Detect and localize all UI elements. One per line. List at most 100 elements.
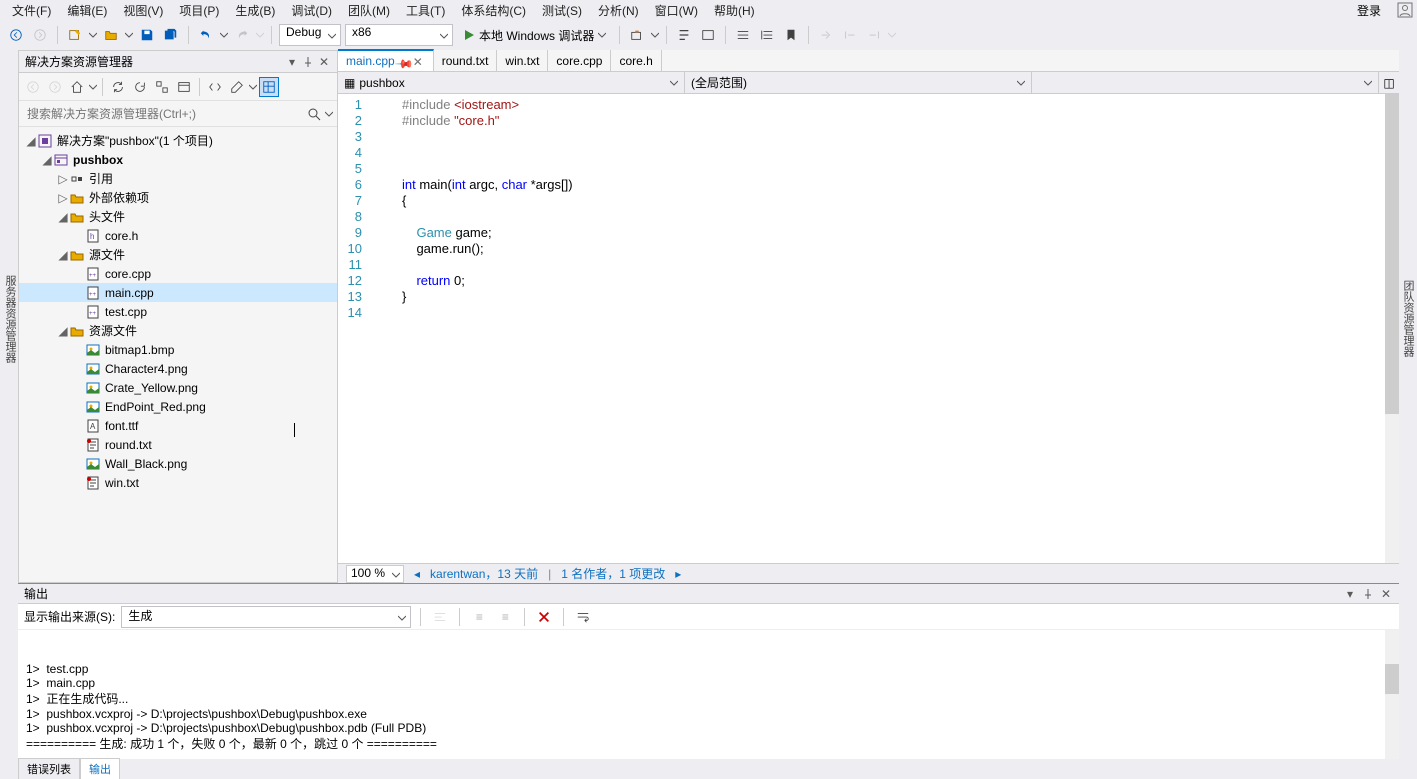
tree-node[interactable]: Afont.ttf: [19, 416, 337, 435]
dropdown-icon[interactable]: [125, 31, 133, 39]
scope-select-1[interactable]: ▦pushbox: [338, 72, 685, 93]
menu-item[interactable]: 项目(P): [171, 0, 227, 21]
redo-button[interactable]: [232, 25, 252, 45]
properties-icon[interactable]: [227, 77, 247, 97]
menu-item[interactable]: 生成(B): [227, 0, 283, 21]
tree-node[interactable]: Wall_Black.png: [19, 454, 337, 473]
refresh-icon[interactable]: [130, 77, 150, 97]
toolbar-button[interactable]: [627, 25, 647, 45]
comment-button[interactable]: [733, 25, 753, 45]
bookmark-button[interactable]: [781, 25, 801, 45]
goto-icon[interactable]: [430, 607, 450, 627]
caret-icon[interactable]: ◢: [57, 210, 69, 224]
dropdown-icon[interactable]: [89, 83, 97, 91]
output-text[interactable]: 1> test.cpp1> main.cpp1> 正在生成代码...1> pus…: [18, 630, 1399, 759]
toolbar-button[interactable]: [674, 25, 694, 45]
clear-icon[interactable]: [534, 607, 554, 627]
wrap-icon[interactable]: [573, 607, 593, 627]
search-icon[interactable]: [307, 107, 321, 121]
tree-node[interactable]: ◢头文件: [19, 207, 337, 226]
platform-select[interactable]: x86: [345, 24, 453, 46]
menu-item[interactable]: 分析(N): [590, 0, 647, 21]
scope-select-3[interactable]: [1032, 72, 1379, 93]
scope-select-2[interactable]: (全局范围): [685, 72, 1032, 93]
dropdown-icon[interactable]: ▾: [285, 55, 299, 69]
toolbar-button[interactable]: [698, 25, 718, 45]
tree-node[interactable]: win.txt: [19, 473, 337, 492]
back-icon[interactable]: [23, 77, 43, 97]
forward-button[interactable]: [30, 25, 50, 45]
dropdown-icon[interactable]: [888, 31, 896, 39]
tool-tab[interactable]: 团队资源管理器: [1399, 276, 1417, 361]
tree-node[interactable]: ◢资源文件: [19, 321, 337, 340]
save-all-button[interactable]: [161, 25, 181, 45]
dropdown-icon[interactable]: [220, 31, 228, 39]
dropdown-icon[interactable]: ▾: [1343, 587, 1357, 601]
caret-icon[interactable]: ▷: [57, 172, 69, 186]
menu-item[interactable]: 工具(T): [398, 0, 453, 21]
vscrollbar[interactable]: [1385, 94, 1399, 563]
dropdown-icon[interactable]: [89, 31, 97, 39]
show-all-icon[interactable]: [174, 77, 194, 97]
caret-icon[interactable]: ◢: [41, 153, 53, 167]
code-view-icon[interactable]: [205, 77, 225, 97]
menu-item[interactable]: 体系结构(C): [453, 0, 534, 21]
tool-tab[interactable]: 服务器资源管理器: [0, 270, 20, 368]
menu-item[interactable]: 视图(V): [115, 0, 171, 21]
login-link[interactable]: 登录: [1357, 2, 1391, 19]
bottom-tab[interactable]: 输出: [80, 758, 120, 779]
tree-node[interactable]: ◢解决方案"pushbox"(1 个项目): [19, 131, 337, 150]
next-icon[interactable]: ≡: [495, 607, 515, 627]
bottom-tab[interactable]: 错误列表: [18, 758, 80, 779]
split-icon[interactable]: ◫: [1379, 72, 1399, 93]
pin-icon[interactable]: [301, 55, 315, 69]
tree-node[interactable]: ++main.cpp: [19, 283, 337, 302]
tree-node[interactable]: ◢源文件: [19, 245, 337, 264]
forward-icon[interactable]: [45, 77, 65, 97]
menu-item[interactable]: 测试(S): [534, 0, 590, 21]
back-button[interactable]: [6, 25, 26, 45]
dropdown-icon[interactable]: [651, 31, 659, 39]
caret-icon[interactable]: ◢: [25, 134, 37, 148]
dropdown-icon[interactable]: [325, 110, 333, 118]
menu-item[interactable]: 编辑(E): [59, 0, 115, 21]
caret-icon[interactable]: ◢: [57, 248, 69, 262]
editor-tab[interactable]: round.txt: [434, 50, 498, 71]
user-icon[interactable]: [1397, 2, 1413, 18]
menu-item[interactable]: 调试(D): [283, 0, 340, 21]
output-source-select[interactable]: 生成: [121, 606, 411, 628]
menu-item[interactable]: 窗口(W): [647, 0, 706, 21]
author-info[interactable]: karentwan，13 天前: [430, 565, 538, 582]
step-button[interactable]: [816, 25, 836, 45]
editor-tab[interactable]: core.cpp: [548, 50, 611, 71]
tree-node[interactable]: ++test.cpp: [19, 302, 337, 321]
open-file-button[interactable]: [101, 25, 121, 45]
tree-node[interactable]: Crate_Yellow.png: [19, 378, 337, 397]
tree-node[interactable]: round.txt: [19, 435, 337, 454]
view-icon[interactable]: [259, 77, 279, 97]
authors-count[interactable]: 1 名作者，1 项更改: [561, 565, 665, 582]
tree-node[interactable]: ++core.cpp: [19, 264, 337, 283]
editor-tab[interactable]: win.txt: [497, 50, 548, 71]
menu-item[interactable]: 团队(M): [340, 0, 398, 21]
step-button[interactable]: [840, 25, 860, 45]
save-button[interactable]: [137, 25, 157, 45]
tree-node[interactable]: bitmap1.bmp: [19, 340, 337, 359]
dropdown-icon[interactable]: [256, 31, 264, 39]
tree-node[interactable]: ◢pushbox: [19, 150, 337, 169]
close-icon[interactable]: ✕: [1379, 587, 1393, 601]
pin-icon[interactable]: 📌: [397, 54, 411, 68]
uncomment-button[interactable]: [757, 25, 777, 45]
config-select[interactable]: Debug: [279, 24, 341, 46]
step-button[interactable]: [864, 25, 884, 45]
close-icon[interactable]: ✕: [413, 55, 425, 67]
tree-node[interactable]: hcore.h: [19, 226, 337, 245]
editor-tab[interactable]: core.h: [611, 50, 661, 71]
search-input[interactable]: [23, 104, 307, 124]
zoom-select[interactable]: 100 %: [346, 565, 404, 583]
tree-node[interactable]: EndPoint_Red.png: [19, 397, 337, 416]
close-icon[interactable]: ✕: [317, 55, 331, 69]
caret-icon[interactable]: ▷: [57, 191, 69, 205]
prev-icon[interactable]: ≡: [469, 607, 489, 627]
vscrollbar[interactable]: [1385, 630, 1399, 759]
